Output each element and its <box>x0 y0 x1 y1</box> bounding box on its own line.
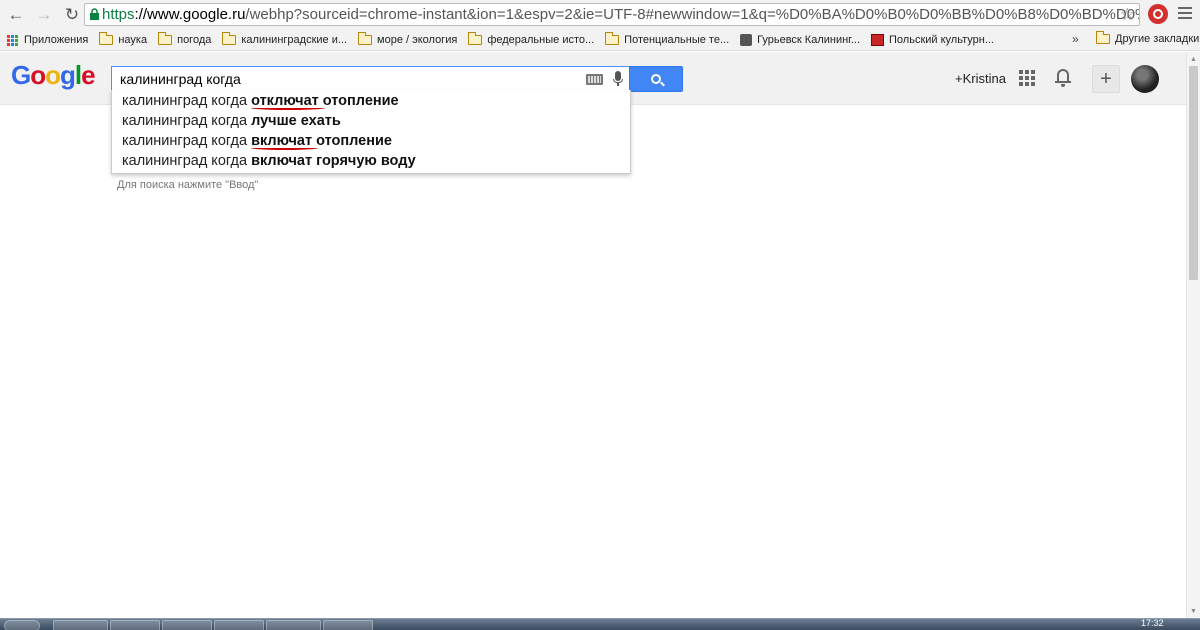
red-favicon-icon <box>871 34 885 46</box>
microphone-icon[interactable] <box>613 71 623 88</box>
bookmark-label: Приложения <box>24 34 89 46</box>
bookmark-label: Гурьевск Калининг... <box>757 34 861 46</box>
taskbar-explorer[interactable] <box>110 620 160 630</box>
taskbar-clock[interactable]: 17:32 <box>1141 619 1164 628</box>
bookmark-label: наука <box>118 34 148 46</box>
lock-icon <box>89 6 100 24</box>
bookmark-item[interactable]: погода <box>157 32 212 46</box>
taskbar-app[interactable] <box>323 620 373 630</box>
suggestion-bold: включат <box>251 133 319 150</box>
folder-icon <box>357 32 373 45</box>
apps-launcher-icon[interactable] <box>1019 70 1035 86</box>
logo-letter: e <box>81 60 96 90</box>
windows-taskbar: 17:32 <box>0 618 1200 630</box>
folder-icon <box>157 32 173 45</box>
suggestion-bold: отопление <box>312 133 392 149</box>
folder-icon <box>98 32 114 45</box>
suggestion-prefix: калининград когда <box>122 153 252 169</box>
bookmark-item[interactable]: море / экология <box>357 32 458 46</box>
browser-toolbar: ← → ↻ https://www.google.ru/webhp?source… <box>0 0 1200 30</box>
search-button[interactable] <box>629 66 683 92</box>
url-host: ://www.google.ru <box>134 6 246 23</box>
logo-letter: o <box>45 60 61 90</box>
suggestion-item[interactable]: калининград когда включат отопление <box>112 131 630 151</box>
folder-icon <box>467 32 483 45</box>
bookmark-item[interactable]: Польский культурн... <box>871 34 994 46</box>
other-bookmarks[interactable]: Другие закладки <box>1095 31 1200 45</box>
bookmark-label: федеральные исто... <box>487 34 595 46</box>
logo-letter: o <box>30 60 46 90</box>
bookmark-label: Потенциальные те... <box>624 34 730 46</box>
suggestion-bold: отопление <box>318 93 399 109</box>
scrollbar-thumb[interactable] <box>1189 66 1198 280</box>
page-scrollbar[interactable]: ▲ ▼ <box>1186 52 1200 618</box>
suggestion-bold: включат <box>251 153 313 169</box>
bookmark-star-icon[interactable]: ☆ <box>1120 5 1135 25</box>
extension-icon[interactable] <box>1148 4 1168 24</box>
bookmark-label: Другие закладки <box>1115 33 1200 45</box>
notifications-bell-icon[interactable] <box>1055 69 1071 87</box>
bookmark-label: погода <box>177 34 212 46</box>
apps-icon <box>7 34 18 46</box>
suggestion-prefix: калининград когда <box>122 133 252 149</box>
forward-arrow-icon[interactable]: → <box>32 3 56 27</box>
search-hint: Для поиска нажмите "Ввод" <box>117 179 259 191</box>
url-path: /webhp?sourceid=chrome-instant&ion=1&esp… <box>245 6 1139 23</box>
search-box[interactable] <box>111 66 631 92</box>
suggestion-bold: отключат <box>251 93 325 110</box>
suggestion-bold: горячую воду <box>312 153 416 169</box>
address-bar[interactable]: https://www.google.ru/webhp?sourceid=chr… <box>84 3 1140 26</box>
avatar[interactable] <box>1131 65 1159 93</box>
logo-letter: g <box>60 60 76 90</box>
bookmark-item[interactable]: калининградские и... <box>221 32 348 46</box>
taskbar-folder[interactable] <box>266 620 321 630</box>
suggestion-item[interactable]: калининград когда отключат отопление <box>112 91 630 111</box>
suggestion-bold: лучше <box>251 113 297 129</box>
autocomplete-list: калининград когда отключат отопление кал… <box>111 90 631 174</box>
address-url: https://www.google.ru/webhp?sourceid=chr… <box>102 6 1139 23</box>
folder-icon <box>604 32 620 45</box>
google-logo[interactable]: Google <box>11 60 96 91</box>
search-input[interactable] <box>112 71 572 87</box>
suggestion-item[interactable]: калининград когда включат горячую воду <box>112 151 630 171</box>
back-arrow-icon[interactable]: ← <box>4 3 28 27</box>
taskbar-app[interactable] <box>162 620 212 630</box>
suggestion-item[interactable]: калининград когда лучше ехать <box>112 111 630 131</box>
folder-icon <box>1095 31 1110 44</box>
suggestion-prefix: калининград когда <box>122 93 252 109</box>
reload-icon[interactable]: ↻ <box>60 3 84 27</box>
taskbar-chrome[interactable] <box>53 620 108 630</box>
start-button[interactable] <box>4 620 40 630</box>
logo-letter: G <box>11 60 31 90</box>
user-link[interactable]: +Kristina <box>955 71 1006 86</box>
scroll-up-arrow-icon[interactable]: ▲ <box>1187 52 1200 66</box>
bookmark-label: калининградские и... <box>241 34 348 46</box>
bookmark-item[interactable]: Потенциальные те... <box>604 32 730 46</box>
bookmark-item[interactable]: федеральные исто... <box>467 32 595 46</box>
bookmark-item[interactable]: наука <box>98 32 148 46</box>
bookmark-item[interactable]: Гурьевск Калининг... <box>740 34 860 46</box>
bookmarks-overflow-button[interactable]: » <box>1072 32 1079 46</box>
bookmarks-bar: Приложения наука погода калининградские … <box>0 30 1200 51</box>
url-scheme: https <box>102 6 135 23</box>
bookmark-label: море / экология <box>377 34 458 46</box>
bookmark-label: Польский культурн... <box>889 34 994 46</box>
menu-icon[interactable] <box>1178 7 1192 22</box>
scroll-down-arrow-icon[interactable]: ▼ <box>1187 604 1200 618</box>
bookmark-apps[interactable]: Приложения <box>0 34 88 46</box>
share-plus-button[interactable]: + <box>1092 65 1120 93</box>
suggestion-prefix: калининград когда <box>122 113 252 129</box>
taskbar-skype[interactable] <box>214 620 264 630</box>
mask-favicon-icon <box>740 34 753 46</box>
suggestion-bold: ехать <box>296 113 341 129</box>
search-icon <box>651 74 661 84</box>
folder-icon <box>221 32 237 45</box>
keyboard-icon[interactable] <box>586 74 603 85</box>
